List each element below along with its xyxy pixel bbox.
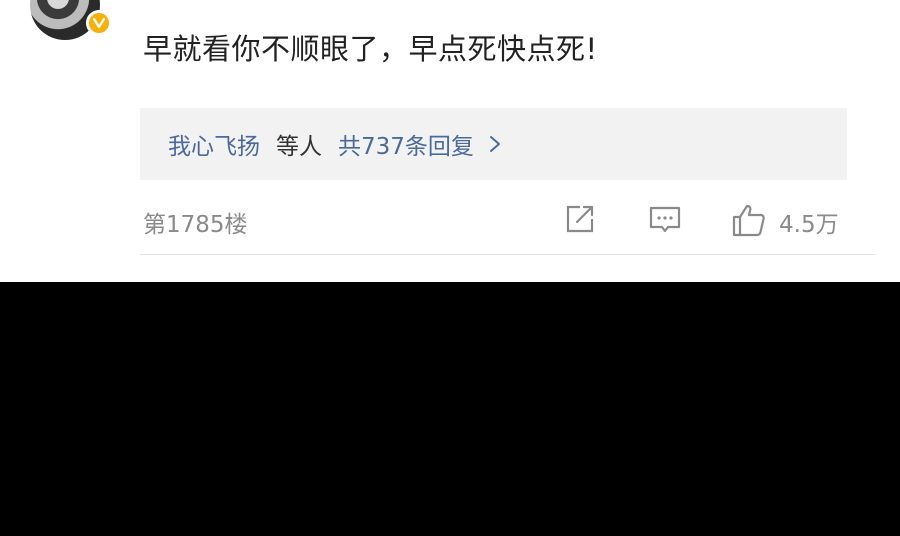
comment-text: 早就看你不顺眼了，早点死快点死! — [143, 32, 598, 66]
share-button[interactable] — [563, 202, 597, 240]
like-button[interactable]: 4.5万 — [731, 202, 839, 242]
share-icon — [563, 202, 597, 240]
verified-badge-icon — [86, 10, 112, 36]
chevron-right-icon — [488, 134, 502, 154]
reply-etc-label: 等人 — [276, 134, 322, 160]
comment-button[interactable] — [648, 202, 682, 240]
comment-card: 早就看你不顺眼了，早点死快点死! 我心飞扬 等人 共737条回复 第1785楼 — [0, 0, 900, 282]
reply-summary[interactable]: 我心飞扬 等人 共737条回复 — [140, 108, 847, 180]
thumbs-up-icon — [731, 202, 767, 242]
floor-number: 第1785楼 — [143, 212, 248, 238]
reply-user-link[interactable]: 我心飞扬 — [168, 127, 260, 161]
divider — [140, 254, 875, 255]
comment-icon — [648, 202, 682, 240]
reply-count-link[interactable]: 共737条回复 — [338, 127, 474, 161]
like-count: 4.5万 — [779, 212, 839, 238]
